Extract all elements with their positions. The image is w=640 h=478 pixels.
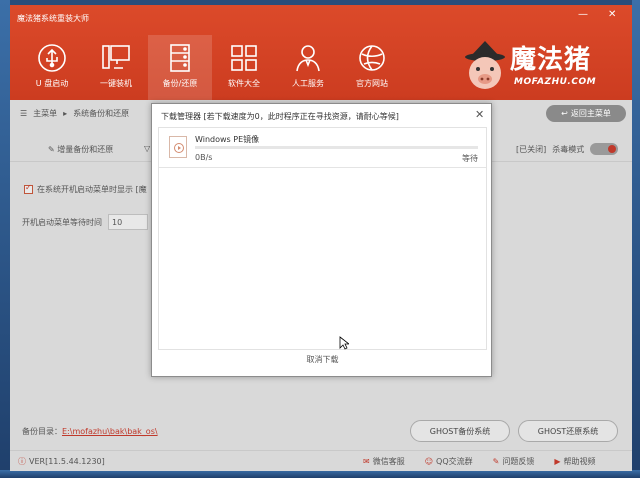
qq-group-link[interactable]: ☺ QQ交流群 bbox=[425, 456, 473, 467]
nav-label: 人工服务 bbox=[292, 79, 324, 88]
backup-dir-link[interactable]: E:\mofazhu\bak\bak_os\ bbox=[62, 427, 158, 436]
version-info: ⓘ VER[11.5.44.1230] bbox=[18, 456, 105, 467]
nav-software[interactable]: 软件大全 bbox=[212, 35, 276, 100]
video-icon: ▶ bbox=[554, 456, 561, 466]
nav-label: 软件大全 bbox=[228, 79, 260, 88]
antivirus-toggle[interactable] bbox=[590, 143, 619, 155]
show-in-boot-menu-label: 在系统开机启动菜单时显示 [魔 bbox=[37, 185, 147, 194]
qq-icon: ☺ bbox=[424, 456, 434, 466]
computer-icon bbox=[102, 45, 130, 69]
desktop-background-right bbox=[632, 0, 640, 478]
menu-icon: ☰ bbox=[20, 109, 28, 118]
boot-wait-label: 开机启动菜单等待时间 bbox=[22, 217, 102, 227]
nav-backup-restore[interactable]: 备份/还原 bbox=[148, 35, 212, 100]
apps-grid-icon bbox=[231, 45, 257, 71]
nav-one-click-install[interactable]: 一键装机 bbox=[84, 35, 148, 100]
chevron-right-icon: ▸ bbox=[63, 109, 68, 118]
breadcrumb: ☰ 主菜单 ▸ 系统备份和还原 bbox=[20, 108, 129, 119]
dialog-close-icon[interactable]: ✕ bbox=[475, 108, 484, 121]
window-title: 魔法猪系统重装大师 bbox=[17, 14, 89, 23]
show-in-boot-menu-checkbox[interactable] bbox=[24, 183, 33, 194]
download-status: 等待 bbox=[462, 154, 478, 163]
status-bar: ⓘ VER[11.5.44.1230] ✉ 微信客服 ☺ QQ交流群 ✎ 问题反馈 ▶… bbox=[10, 450, 632, 471]
nav-label: 备份/还原 bbox=[162, 79, 198, 88]
backup-directory: 备份目录：E:\mofazhu\bak\bak_os\ bbox=[22, 426, 158, 437]
cancel-download-button[interactable]: 取消下载 bbox=[152, 354, 493, 365]
video-file-icon bbox=[169, 136, 187, 158]
brand-logo: 魔法猪 MOFAZHU.COM bbox=[460, 37, 630, 95]
breadcrumb-current: 系统备份和还原 bbox=[73, 109, 130, 118]
pig-mascot-icon bbox=[465, 41, 505, 89]
database-icon bbox=[170, 44, 190, 72]
desktop-background-left bbox=[0, 0, 10, 478]
boot-wait-option: 开机启动菜单等待时间 10 bbox=[22, 214, 148, 230]
feather-icon: ✎ bbox=[48, 145, 55, 154]
ghost-backup-button[interactable]: GHOST备份系统 bbox=[410, 420, 510, 442]
show-in-boot-menu-option: 在系统开机启动菜单时显示 [魔 bbox=[24, 183, 147, 195]
desktop-background-bottom bbox=[0, 470, 640, 478]
download-list: Windows PE镜像 0B/s 等待 bbox=[158, 127, 487, 350]
download-progress-bar bbox=[195, 146, 478, 149]
tab-incremental-backup[interactable]: ✎ 增量备份和还原 bbox=[48, 144, 113, 155]
main-nav: U 盘启动 一键装机 备份/还原 软件大全 人工服务 官方网站 bbox=[20, 35, 404, 100]
logo-subtext: MOFAZHU.COM bbox=[514, 77, 597, 87]
nav-label: U 盘启动 bbox=[35, 79, 69, 88]
antivirus-state: [已关闭] bbox=[516, 144, 547, 154]
breadcrumb-home[interactable]: 主菜单 bbox=[33, 108, 57, 119]
download-name: Windows PE镜像 bbox=[195, 135, 260, 144]
wechat-service-link[interactable]: ✉ 微信客服 bbox=[363, 456, 405, 467]
nav-label: 一键装机 bbox=[100, 79, 132, 88]
nav-label: 官方网站 bbox=[356, 79, 388, 88]
download-speed: 0B/s bbox=[195, 153, 213, 162]
help-video-label: 帮助视频 bbox=[563, 456, 596, 466]
backup-dir-label: 备份目录： bbox=[22, 427, 62, 436]
logo-text: 魔法猪 bbox=[510, 45, 592, 75]
boot-wait-input[interactable]: 10 bbox=[108, 214, 148, 230]
download-item: Windows PE镜像 0B/s 等待 bbox=[159, 128, 486, 168]
header: 魔法猪系统重装大师 — ✕ U 盘启动 一键装机 备份/还原 软件大全 人工服务… bbox=[10, 5, 632, 100]
feedback-link[interactable]: ✎ 问题反馈 bbox=[493, 456, 535, 467]
ghost-restore-button[interactable]: GHOST还原系统 bbox=[518, 420, 618, 442]
tab-ghost-settings-icon[interactable]: ▽ bbox=[144, 144, 150, 153]
support-user-icon bbox=[296, 45, 320, 72]
back-arrow-icon: ↩ bbox=[561, 109, 568, 118]
antivirus-label: 杀毒模式 bbox=[552, 144, 585, 154]
minimize-button[interactable]: — bbox=[578, 9, 588, 20]
feedback-label: 问题反馈 bbox=[502, 456, 535, 466]
back-to-main-label: 返回主菜单 bbox=[570, 109, 611, 118]
wechat-icon: ✉ bbox=[363, 456, 370, 466]
mouse-cursor-icon bbox=[339, 336, 349, 350]
version-text: VER[11.5.44.1230] bbox=[29, 456, 105, 466]
info-icon: ⓘ bbox=[18, 456, 26, 466]
nav-official-site[interactable]: 官方网站 bbox=[340, 35, 404, 100]
tab-incremental-backup-label: 增量备份和还原 bbox=[57, 145, 114, 154]
wechat-service-label: 微信客服 bbox=[372, 456, 405, 466]
usb-icon bbox=[38, 44, 66, 72]
dialog-title: 下载管理器 [若下载速度为0，此时程序正在寻找资源，请耐心等候] bbox=[161, 112, 399, 121]
nav-usb-boot[interactable]: U 盘启动 bbox=[20, 35, 84, 100]
qq-group-label: QQ交流群 bbox=[436, 456, 473, 466]
feedback-icon: ✎ bbox=[492, 456, 500, 466]
back-to-main-button[interactable]: ↩ 返回主菜单 bbox=[546, 105, 626, 122]
status-links: ✉ 微信客服 ☺ QQ交流群 ✎ 问题反馈 ▶ 帮助视频 bbox=[363, 456, 596, 467]
globe-icon bbox=[359, 45, 385, 71]
antivirus-mode: [已关闭] 杀毒模式 bbox=[516, 143, 619, 155]
download-manager-dialog: 下载管理器 [若下载速度为0，此时程序正在寻找资源，请耐心等候] ✕ Windo… bbox=[151, 103, 492, 377]
nav-support[interactable]: 人工服务 bbox=[276, 35, 340, 100]
help-video-link[interactable]: ▶ 帮助视频 bbox=[554, 456, 595, 467]
close-button[interactable]: ✕ bbox=[608, 9, 616, 20]
